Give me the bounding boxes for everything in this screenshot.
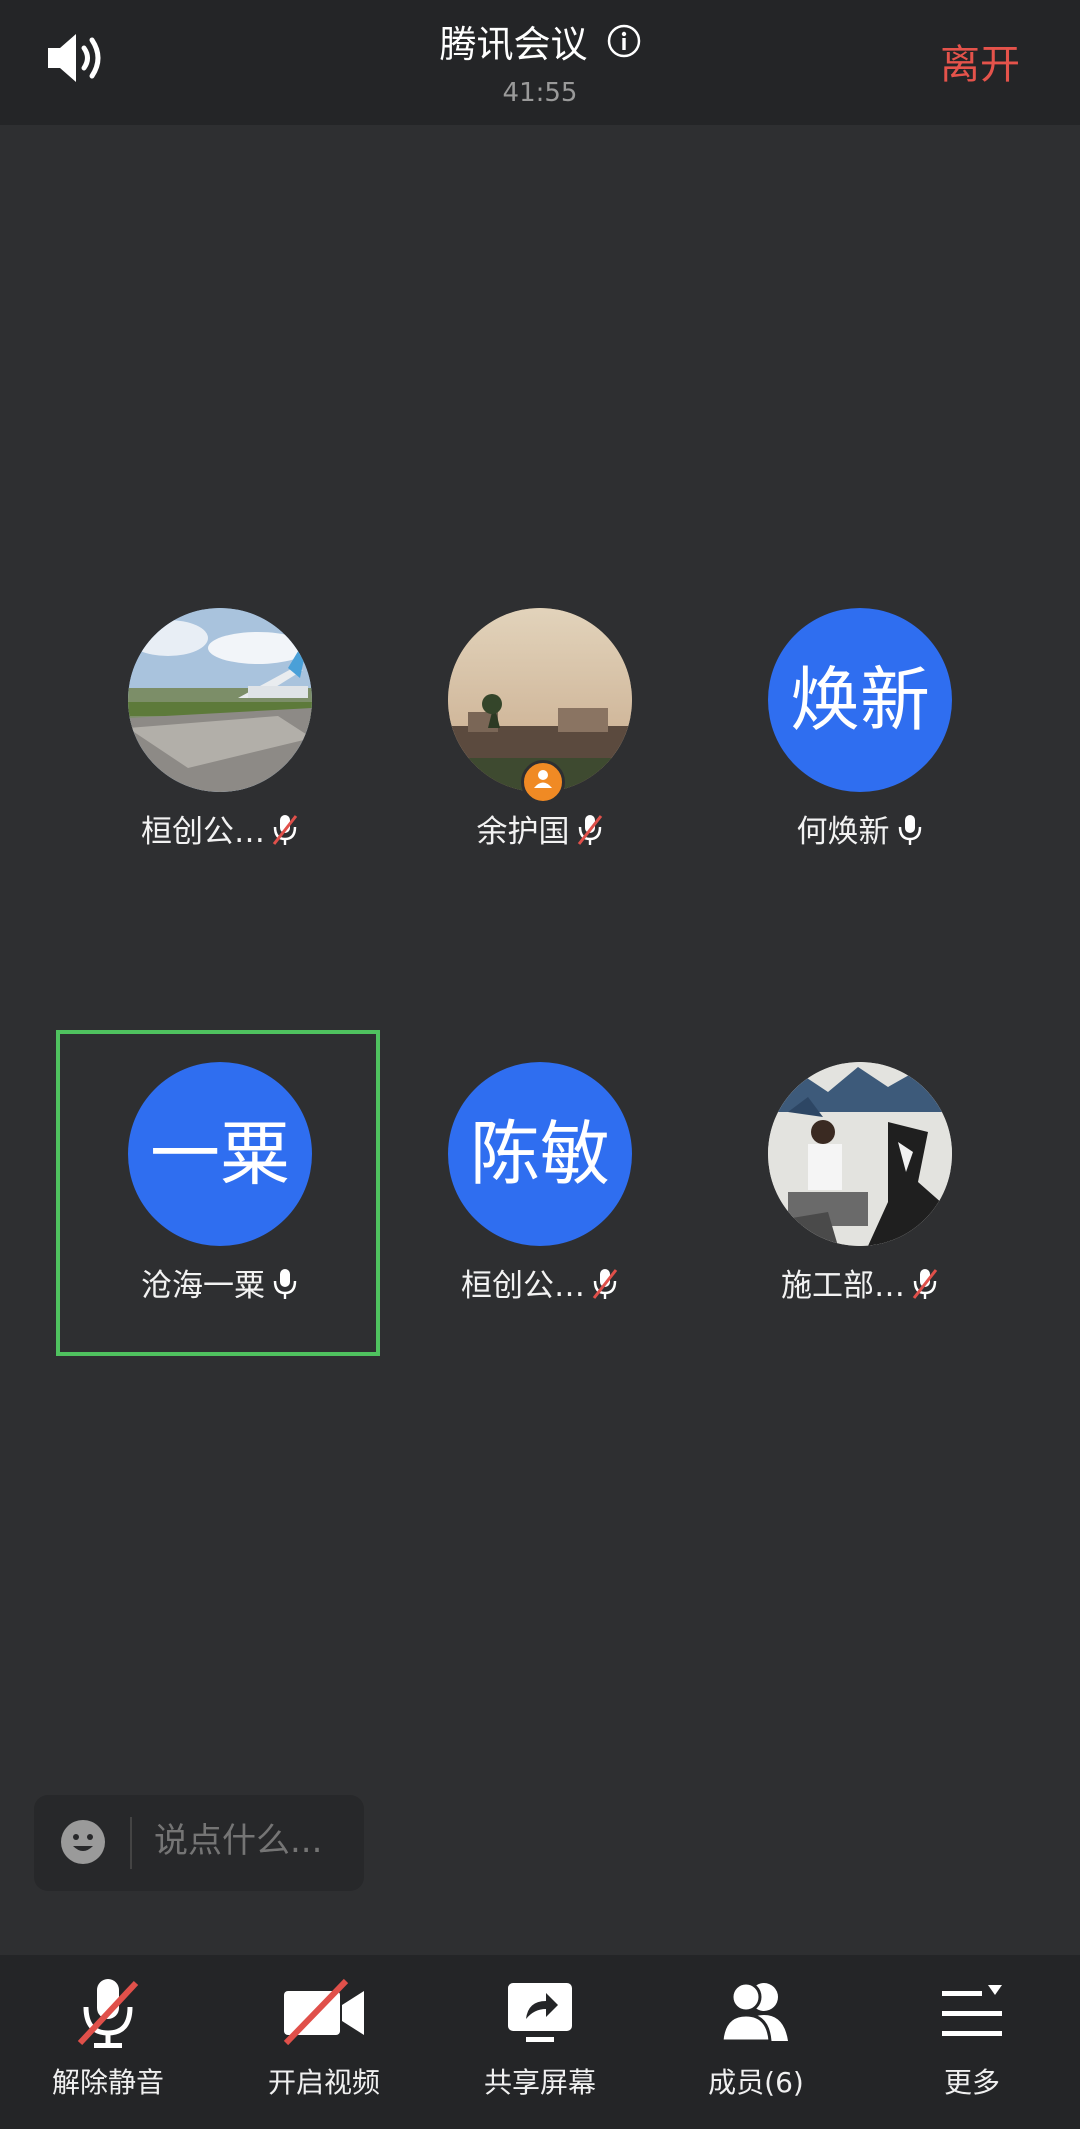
- participant-name-row: 桓创公…: [390, 1260, 690, 1305]
- participant-tile[interactable]: 陈敏 桓创公…: [390, 1062, 690, 1305]
- mic-icon: [273, 1269, 297, 1299]
- airplane-photo-icon: [128, 608, 312, 792]
- share-screen-icon: [508, 1983, 572, 2042]
- participant-name-row: 何焕新: [710, 806, 1010, 851]
- meeting-timer: 41:55: [502, 78, 578, 108]
- participant-tile[interactable]: 焕新 何焕新: [710, 608, 1010, 851]
- members-label: 成员(6): [708, 2066, 804, 2099]
- meeting-title: 腾讯会议: [439, 23, 588, 66]
- unmute-button[interactable]: 解除静音: [0, 1975, 216, 2101]
- mic-muted-icon: [592, 1269, 618, 1299]
- participant-name-row: 施工部…: [710, 1260, 1010, 1305]
- participant-name-row: 桓创公…: [70, 806, 370, 851]
- mic-muted-icon: [272, 815, 298, 845]
- mic-muted-icon: [77, 1979, 139, 2048]
- participant-name: 施工部…: [781, 1268, 905, 1304]
- mic-icon: [898, 815, 921, 845]
- participant-name: 桓创公…: [141, 814, 265, 850]
- participant-name-row: 余护国: [390, 806, 690, 851]
- unmute-label: 解除静音: [51, 2066, 164, 2099]
- info-icon[interactable]: [607, 24, 641, 58]
- mic-muted-icon: [577, 815, 602, 845]
- mic-muted-icon: [912, 1269, 938, 1299]
- participant-name: 沧海一粟: [141, 1268, 265, 1304]
- top-bar: 腾讯会议 41:55 离开: [0, 0, 1080, 125]
- participant-name: 余护国: [476, 814, 570, 850]
- members-icon: [720, 1981, 788, 2043]
- participant-name-row: 沧海一粟: [70, 1260, 370, 1305]
- avatar: [768, 1062, 952, 1246]
- chat-input[interactable]: [154, 1821, 354, 1861]
- chat-divider: [130, 1817, 132, 1869]
- share-screen-button[interactable]: 共享屏幕: [432, 1975, 648, 2101]
- bottom-toolbar: 解除静音 开启视频 共享屏幕 成员(6) 更多: [0, 1955, 1080, 2129]
- participant-tile[interactable]: 桓创公…: [70, 608, 370, 851]
- emoji-icon[interactable]: [60, 1819, 106, 1865]
- host-badge-icon: [521, 760, 565, 804]
- video-off-icon: [283, 1978, 364, 2046]
- leave-button[interactable]: 离开: [940, 32, 1020, 90]
- avatar: 陈敏: [448, 1062, 632, 1246]
- avatar: [128, 608, 312, 792]
- avatar: 一粟: [128, 1062, 312, 1246]
- start-video-label: 开启视频: [267, 2066, 380, 2099]
- chat-box[interactable]: [34, 1795, 364, 1891]
- participant-name: 何焕新: [796, 814, 890, 850]
- start-video-button[interactable]: 开启视频: [216, 1975, 432, 2101]
- participant-tile[interactable]: 一粟 沧海一粟: [70, 1062, 370, 1305]
- more-icon: [942, 1985, 1002, 2036]
- participant-tile[interactable]: 施工部…: [710, 1062, 1010, 1305]
- more-button[interactable]: 更多: [864, 1975, 1080, 2101]
- members-button[interactable]: 成员(6): [648, 1975, 864, 2101]
- avatar: 焕新: [768, 608, 952, 792]
- more-label: 更多: [943, 2066, 1000, 2099]
- share-screen-label: 共享屏幕: [483, 2066, 596, 2099]
- participant-name: 桓创公…: [461, 1268, 585, 1304]
- participant-tile[interactable]: 余护国: [390, 608, 690, 851]
- painting-photo-icon: [768, 1062, 952, 1246]
- title-area: 腾讯会议: [0, 14, 1080, 68]
